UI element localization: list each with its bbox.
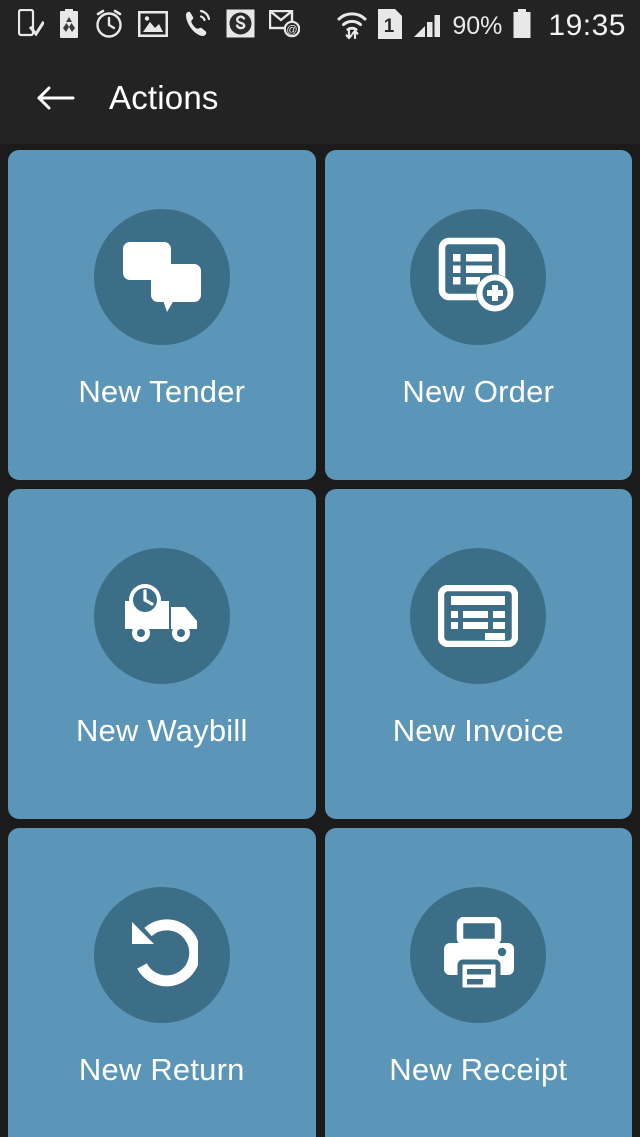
tile-icon-circle — [93, 887, 230, 1023]
svg-text:@: @ — [286, 24, 297, 36]
viber-call-icon — [182, 9, 212, 44]
tile-icon-circle — [93, 548, 230, 684]
tile-new-invoice[interactable]: New Invoice — [324, 489, 632, 819]
page-title: Actions — [109, 79, 219, 116]
actions-grid: New Tender New Order New Waybill New Inv… — [0, 144, 640, 1137]
tile-new-order[interactable]: New Order — [324, 150, 632, 480]
tile-new-tender[interactable]: New Tender — [8, 150, 316, 480]
tile-new-receipt[interactable]: New Receipt — [324, 828, 632, 1137]
status-bar: @ 1 90% 19:35 — [0, 0, 640, 52]
tile-label: New Invoice — [392, 713, 564, 748]
delivery-truck-clock-icon — [124, 584, 197, 642]
gallery-image-icon — [137, 10, 169, 42]
tile-label: New Tender — [78, 374, 246, 409]
status-bar-clock: 19:35 — [548, 9, 626, 42]
back-arrow-icon — [37, 86, 75, 110]
status-bar-right-icons: 1 90% 19:35 — [336, 8, 626, 45]
battery-icon — [512, 8, 532, 44]
svg-text:1: 1 — [384, 16, 395, 37]
sim-card-1-icon: 1 — [378, 8, 403, 44]
tile-icon-circle — [93, 209, 230, 345]
email-at-icon: @ — [268, 9, 301, 43]
checklist-add-icon — [439, 237, 515, 312]
tile-new-waybill[interactable]: New Waybill — [8, 489, 316, 819]
tile-icon-circle — [410, 548, 547, 684]
tile-label: New Return — [78, 1052, 245, 1087]
wifi-transfer-icon — [336, 8, 368, 45]
alarm-clock-icon — [94, 9, 124, 44]
status-bar-left-icons: @ — [17, 8, 301, 44]
tile-new-return[interactable]: New Return — [8, 828, 316, 1137]
tile-label: New Order — [402, 374, 555, 409]
skype-icon — [226, 9, 255, 43]
tile-icon-circle — [410, 887, 547, 1023]
tile-label: New Receipt — [389, 1052, 568, 1087]
signal-bars-icon — [412, 9, 442, 44]
battery-percent-label: 90% — [452, 11, 503, 40]
undo-arrow-icon — [131, 919, 198, 987]
invoice-document-icon — [438, 585, 519, 647]
app-bar: Actions — [0, 52, 640, 144]
tile-icon-circle — [410, 209, 547, 345]
back-button[interactable] — [32, 75, 78, 121]
battery-recycle-icon — [58, 8, 80, 44]
tile-label: New Waybill — [75, 713, 248, 748]
printer-icon — [444, 917, 515, 993]
chat-bubbles-icon — [122, 242, 201, 312]
phone-download-icon — [17, 8, 46, 44]
